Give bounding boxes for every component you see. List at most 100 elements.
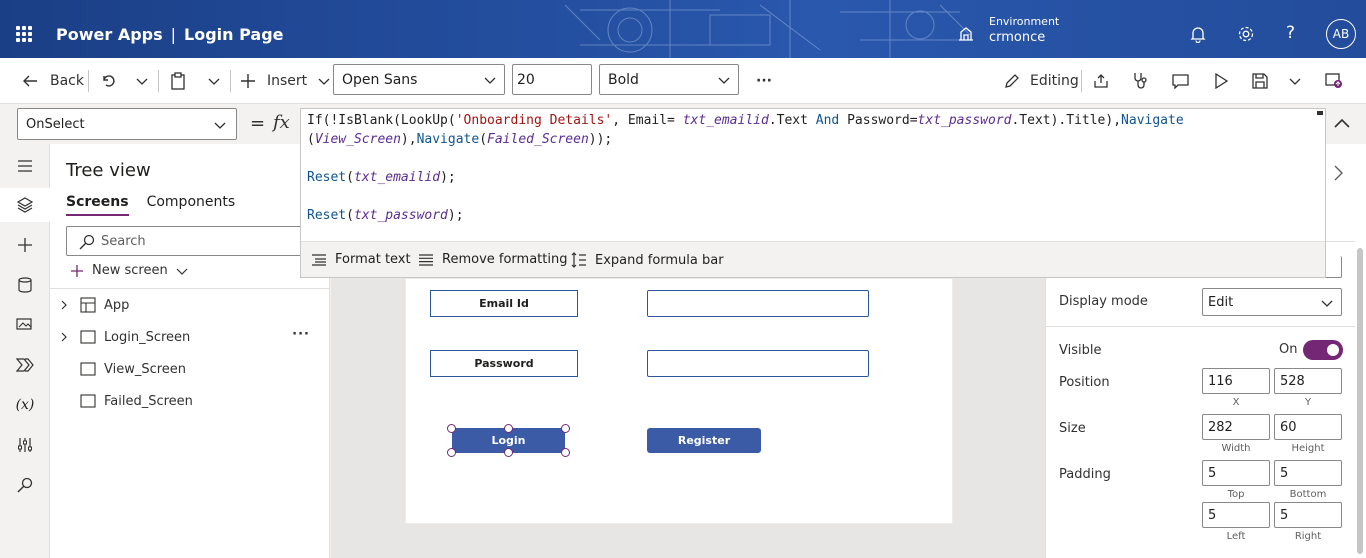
data-cylinder-icon[interactable]	[15, 275, 35, 295]
format-text-button[interactable]: Format text	[311, 252, 411, 267]
insert-plus-icon[interactable]	[15, 235, 35, 255]
save-icon	[1252, 73, 1268, 89]
padding-top-input[interactable]: 5	[1202, 460, 1270, 486]
tree-view-panel: Tree view Screens Components Search New …	[50, 144, 330, 558]
visible-toggle[interactable]	[1303, 340, 1343, 360]
display-mode-dropdown[interactable]: Edit	[1202, 288, 1342, 316]
formula-control: txt_password	[917, 113, 1012, 128]
screen-icon	[80, 330, 96, 344]
height-input[interactable]: 60	[1274, 414, 1342, 440]
resize-handle[interactable]	[504, 448, 513, 457]
search-icon	[79, 234, 95, 250]
more-options-icon[interactable]: ···	[292, 327, 310, 342]
chevron-down-icon	[718, 77, 730, 84]
remove-formatting-icon	[419, 253, 433, 266]
layers-tree-icon[interactable]	[15, 195, 35, 215]
comments-button[interactable]	[1172, 70, 1189, 92]
font-size-value: 20	[517, 71, 535, 88]
variables-icon[interactable]: (x)	[15, 395, 35, 415]
properties-scrollbar[interactable]	[1357, 248, 1363, 554]
more-commands-button[interactable]: ···	[756, 70, 772, 92]
property-dropdown[interactable]: OnSelect	[17, 108, 237, 140]
width-caption: Width	[1221, 443, 1251, 454]
bell-icon[interactable]	[1189, 25, 1207, 43]
tab-components[interactable]: Components	[147, 194, 236, 216]
right-caption: Right	[1294, 531, 1322, 542]
power-automate-icon[interactable]	[15, 355, 35, 375]
resize-handle[interactable]	[504, 424, 513, 433]
tree-node-view-screen[interactable]: View_Screen	[56, 353, 328, 385]
paste-button[interactable]	[170, 70, 186, 92]
back-button[interactable]: Back	[22, 70, 84, 92]
save-dropdown[interactable]	[1288, 70, 1302, 92]
command-bar: Back Insert Open Sans 20 Bold ··· Editin…	[0, 58, 1366, 104]
resize-handle[interactable]	[447, 448, 456, 457]
font-weight-dropdown[interactable]: Bold	[599, 64, 739, 95]
position-x-input[interactable]: 116	[1202, 368, 1270, 394]
formula-editor[interactable]: If(!IsBlank(LookUp('Onboarding Details',…	[300, 108, 1326, 278]
position-x-value: 116	[1208, 373, 1233, 389]
waffle-icon[interactable]	[16, 26, 32, 42]
insert-button[interactable]: Insert	[240, 70, 331, 92]
resize-handle[interactable]	[561, 424, 570, 433]
formula-token: If(!IsBlank(LookUp(	[307, 113, 456, 128]
email-input[interactable]	[647, 290, 869, 317]
paste-dropdown[interactable]	[207, 70, 221, 92]
register-button[interactable]: Register	[647, 428, 761, 453]
blueprint-decoration	[564, 0, 971, 58]
resize-handle[interactable]	[561, 448, 570, 457]
width-input[interactable]: 282	[1202, 414, 1270, 440]
save-button[interactable]	[1252, 70, 1268, 92]
divider	[158, 70, 159, 92]
email-label[interactable]: Email Id	[430, 290, 578, 317]
position-y-input[interactable]: 528	[1274, 368, 1342, 394]
environment-icon[interactable]	[957, 26, 975, 42]
font-size-input[interactable]: 20	[512, 64, 592, 95]
undo-dropdown[interactable]	[135, 70, 149, 92]
preview-play-button[interactable]	[1214, 70, 1228, 92]
advanced-tools-icon[interactable]	[15, 435, 35, 455]
tree-node-failed-screen[interactable]: Failed_Screen	[56, 385, 328, 417]
share-button[interactable]	[1093, 70, 1109, 92]
chevron-right-icon[interactable]	[56, 300, 72, 310]
padding-right-input[interactable]: 5	[1274, 502, 1342, 528]
tree-node-login-screen[interactable]: Login_Screen ···	[56, 321, 328, 353]
formula-code[interactable]: If(!IsBlank(LookUp('Onboarding Details',…	[307, 111, 1184, 225]
insert-label: Insert	[267, 73, 308, 89]
chevron-right-icon[interactable]	[56, 332, 72, 342]
tab-screens[interactable]: Screens	[66, 194, 129, 216]
new-screen-button[interactable]: New screen	[70, 263, 188, 278]
formula-function: Navigate	[416, 132, 480, 147]
resize-handle[interactable]	[447, 424, 456, 433]
password-input[interactable]	[647, 350, 869, 377]
undo-button[interactable]	[100, 70, 116, 92]
editing-button[interactable]: Editing	[1004, 70, 1079, 92]
chevron-right-icon[interactable]	[1332, 164, 1344, 182]
left-caption: Left	[1226, 531, 1246, 542]
formula-token: );	[440, 170, 456, 185]
tree-node-app[interactable]: App	[56, 289, 328, 321]
left-rail: (x)	[0, 144, 50, 558]
search-icon[interactable]	[15, 475, 35, 495]
password-label[interactable]: Password	[430, 350, 578, 377]
screen-icon	[80, 394, 96, 408]
environment-value[interactable]: crmonce	[989, 30, 1045, 45]
tree-search-input[interactable]: Search	[66, 226, 316, 256]
formula-scrollbar[interactable]	[1313, 109, 1325, 241]
formula-token: ),	[400, 132, 417, 147]
font-family-dropdown[interactable]: Open Sans	[333, 64, 505, 95]
chevron-up-icon[interactable]	[1330, 112, 1354, 136]
clipboard-icon	[171, 72, 185, 90]
publish-button[interactable]	[1325, 70, 1343, 92]
hamburger-icon[interactable]	[15, 156, 35, 176]
help-icon[interactable]: ?	[1286, 23, 1304, 43]
media-icon[interactable]	[15, 315, 35, 335]
padding-bottom-input[interactable]: 5	[1274, 460, 1342, 486]
app-checker-button[interactable]	[1132, 70, 1148, 92]
remove-formatting-button[interactable]: Remove formatting	[418, 252, 567, 267]
padding-left-input[interactable]: 5	[1202, 502, 1270, 528]
fx-icon[interactable]: fx	[273, 112, 290, 133]
expand-formula-bar-button[interactable]: Expand formula bar	[571, 252, 724, 268]
gear-icon[interactable]	[1237, 25, 1255, 43]
avatar[interactable]: AB	[1326, 19, 1356, 49]
